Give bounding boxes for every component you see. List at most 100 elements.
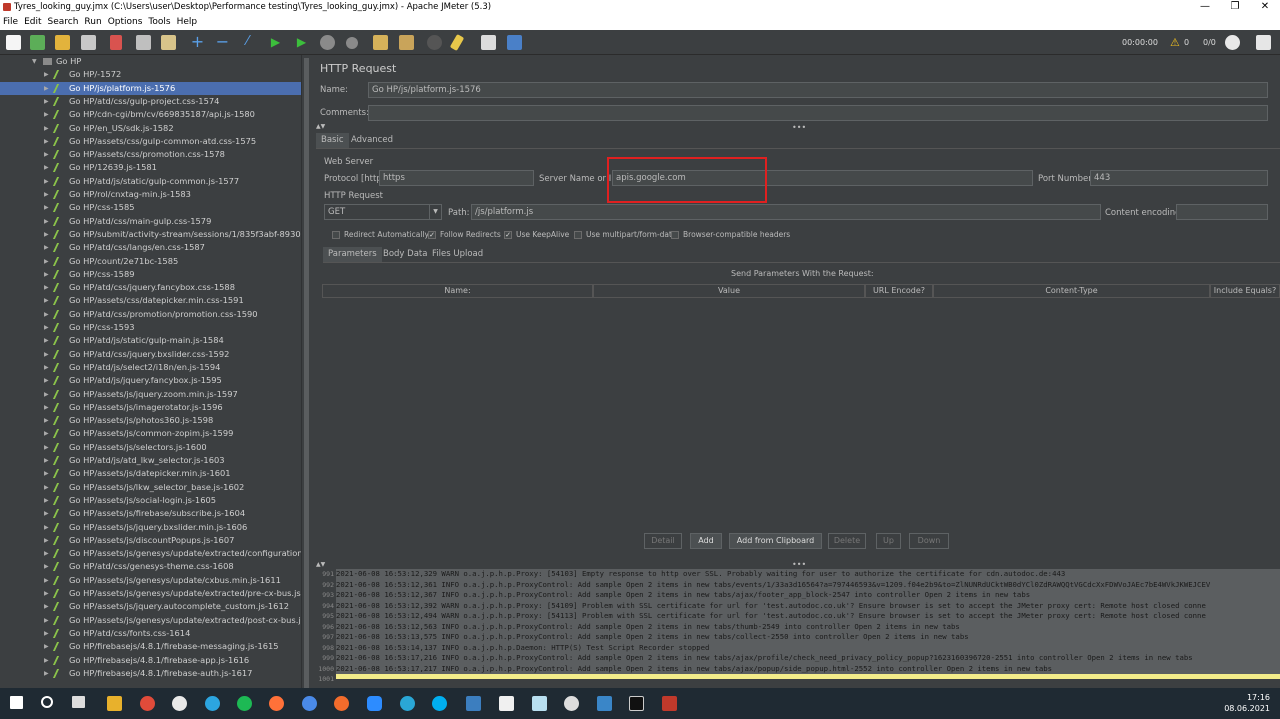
collapsed-arrow-icon[interactable]: ▶ [44, 268, 49, 281]
collapsed-arrow-icon[interactable]: ▶ [44, 507, 49, 520]
photos-icon[interactable] [597, 696, 612, 711]
tree-item[interactable]: ▶ Go HP/assets/css/promotion.css-1578 [0, 148, 301, 161]
minimize-button[interactable]: — [1190, 0, 1220, 14]
collapsed-arrow-icon[interactable]: ▶ [44, 255, 49, 268]
cut-icon[interactable] [110, 35, 122, 50]
collapsed-arrow-icon[interactable]: ▶ [44, 348, 49, 361]
collapsed-arrow-icon[interactable]: ▶ [44, 281, 49, 294]
remote-start-icon[interactable] [1225, 35, 1240, 50]
col-name[interactable]: Name: [322, 284, 593, 298]
settings-icon[interactable] [564, 696, 579, 711]
tree-item[interactable]: ▶ Go HP/atd/js/static/gulp-main.js-1584 [0, 334, 301, 347]
use-keepalive-checkbox[interactable]: ✓ Use KeepAlive [504, 230, 569, 239]
collapsed-arrow-icon[interactable]: ▶ [44, 401, 49, 414]
collapsed-arrow-icon[interactable]: ▶ [44, 201, 49, 214]
collapse-arrows-icon[interactable]: ▲▼ [316, 123, 325, 130]
collapsed-arrow-icon[interactable]: ▶ [44, 122, 49, 135]
collapsed-arrow-icon[interactable]: ▶ [44, 228, 49, 241]
tree-item[interactable]: ▶ Go HP/atd/js/jquery.fancybox.js-1595 [0, 374, 301, 387]
tree-item[interactable]: ▶ Go HP/assets/js/firebase/subscribe.js-1… [0, 507, 301, 520]
chrome-profile-icon[interactable] [302, 696, 317, 711]
dropdown-arrow-icon[interactable]: ▼ [429, 205, 441, 219]
add-from-clipboard-button[interactable]: Add from Clipboard [729, 533, 822, 549]
collapsed-arrow-icon[interactable]: ▶ [44, 321, 49, 334]
maximize-button[interactable]: ❐ [1220, 0, 1250, 14]
search-taskbar-icon[interactable] [41, 696, 53, 708]
collapsed-arrow-icon[interactable]: ▶ [44, 587, 49, 600]
collapsed-arrow-icon[interactable]: ▶ [44, 560, 49, 573]
up-button[interactable]: Up [876, 533, 901, 549]
start-icon[interactable]: ▶ [268, 35, 283, 50]
collapsed-arrow-icon[interactable]: ▶ [44, 574, 49, 587]
log-collapse-arrows-icon[interactable]: ▲▼ [316, 561, 325, 568]
collapsed-arrow-icon[interactable]: ▶ [44, 215, 49, 228]
tree-item[interactable]: ▶ Go HP/atd/css/main-gulp.css-1579 [0, 215, 301, 228]
collapsed-arrow-icon[interactable]: ▶ [44, 454, 49, 467]
collapsed-arrow-icon[interactable]: ▶ [44, 441, 49, 454]
collapsed-arrow-icon[interactable]: ▶ [44, 667, 49, 680]
method-select[interactable]: GET ▼ [324, 204, 442, 220]
tree-item[interactable]: ▶ Go HP/assets/js/discountPopups.js-1607 [0, 534, 301, 547]
tree-item[interactable]: ▶ Go HP/-1572 [0, 68, 301, 81]
col-value[interactable]: Value [593, 284, 865, 298]
collapsed-arrow-icon[interactable]: ▶ [44, 294, 49, 307]
tree-item[interactable]: ▶ Go HP/atd/js/static/gulp-common.js-1577 [0, 175, 301, 188]
task-view-icon[interactable] [72, 696, 85, 708]
collapsed-arrow-icon[interactable]: ▶ [44, 175, 49, 188]
warning-icon[interactable]: ⚠ [1170, 36, 1180, 49]
tree-item[interactable]: ▶ Go HP/cdn-cgi/bm/cv/669835187/api.js-15… [0, 108, 301, 121]
toggle-icon[interactable]: ⁄ [240, 35, 255, 50]
tree-item[interactable]: ▶ Go HP/js/platform.js-1576 [0, 81, 301, 95]
tree-item[interactable]: ▶ Go HP/atd/css/jquery.bxslider.css-1592 [0, 348, 301, 361]
collapsed-arrow-icon[interactable]: ▶ [44, 388, 49, 401]
tab-body-data[interactable]: Body Data [378, 247, 432, 262]
tree-root[interactable]: ▼ Go HP [0, 55, 301, 68]
tree-item[interactable]: ▶ Go HP/assets/js/lkw_selector_base.js-16… [0, 481, 301, 494]
function-helper-icon[interactable] [481, 35, 496, 50]
content-encoding-field[interactable] [1176, 204, 1268, 220]
col-content-type[interactable]: Content-Type [933, 284, 1210, 298]
expanded-arrow-icon[interactable]: ▼ [32, 55, 37, 68]
tree-item[interactable]: ▶ Go HP/atd/css/genesys-theme.css-1608 [0, 560, 301, 573]
windows-start-icon[interactable] [10, 696, 23, 709]
spotify-icon[interactable] [237, 696, 252, 711]
tree-item[interactable]: ▶ Go HP/atd/css/langs/en.css-1587 [0, 241, 301, 254]
tab-parameters[interactable]: Parameters [323, 247, 382, 262]
save-icon[interactable] [81, 35, 96, 50]
close-button[interactable]: ✕ [1250, 0, 1280, 14]
tree-item[interactable]: ▶ Go HP/atd/css/fonts.css-1614 [0, 627, 301, 640]
system-clock[interactable]: 17:16 08.06.2021 [1224, 692, 1270, 714]
collapsed-arrow-icon[interactable]: ▶ [44, 108, 49, 121]
port-number-field[interactable]: 443 [1090, 170, 1268, 186]
shutdown-icon[interactable] [346, 37, 358, 49]
file-explorer-icon[interactable] [107, 696, 122, 711]
collapsed-arrow-icon[interactable]: ▶ [44, 521, 49, 534]
tree-item[interactable]: ▶ Go HP/assets/css/gulp-common-atd.css-15… [0, 135, 301, 148]
tree-item[interactable]: ▶ Go HP/assets/js/genesys/update/extracte… [0, 547, 301, 560]
redirect-automatically-checkbox[interactable]: Redirect Automatically [332, 230, 429, 239]
menu-tools[interactable]: Tools [148, 17, 170, 27]
open-icon[interactable] [55, 35, 70, 50]
collapsed-arrow-icon[interactable]: ▶ [44, 481, 49, 494]
tree-item[interactable]: ▶ Go HP/atd/js/select2/i18n/en.js-1594 [0, 361, 301, 374]
tree-item[interactable]: ▶ Go HP/firebasejs/4.8.1/firebase-messagi… [0, 640, 301, 653]
follow-redirects-checkbox[interactable]: ✓ Follow Redirects [428, 230, 501, 239]
clear-all-icon[interactable] [399, 35, 414, 50]
tree-item[interactable]: ▶ Go HP/assets/js/jquery.autocomplete_cus… [0, 600, 301, 613]
reset-search-icon[interactable] [449, 34, 465, 51]
tree-item[interactable]: ▶ Go HP/css-1585 [0, 201, 301, 214]
tree-item[interactable]: ▶ Go HP/css-1589 [0, 268, 301, 281]
jmeter-taskbar-icon[interactable] [662, 696, 677, 711]
tree-item[interactable]: ▶ Go HP/assets/js/jquery.zoom.min.js-1597 [0, 388, 301, 401]
tree-item[interactable]: ▶ Go HP/assets/js/common-zopim.js-1599 [0, 427, 301, 440]
tree-item[interactable]: ▶ Go HP/assets/js/genesys/update/extracte… [0, 614, 301, 627]
collapsed-arrow-icon[interactable]: ▶ [44, 361, 49, 374]
collapsed-arrow-icon[interactable]: ▶ [44, 534, 49, 547]
collapsed-arrow-icon[interactable]: ▶ [44, 640, 49, 653]
postman-icon[interactable] [334, 696, 349, 711]
tree-item[interactable]: ▶ Go HP/en_US/sdk.js-1582 [0, 122, 301, 135]
notes-icon[interactable] [499, 696, 514, 711]
tree-item[interactable]: ▶ Go HP/assets/css/datepicker.min.css-159… [0, 294, 301, 307]
comments-field[interactable] [368, 105, 1268, 121]
paste-icon[interactable] [161, 35, 176, 50]
